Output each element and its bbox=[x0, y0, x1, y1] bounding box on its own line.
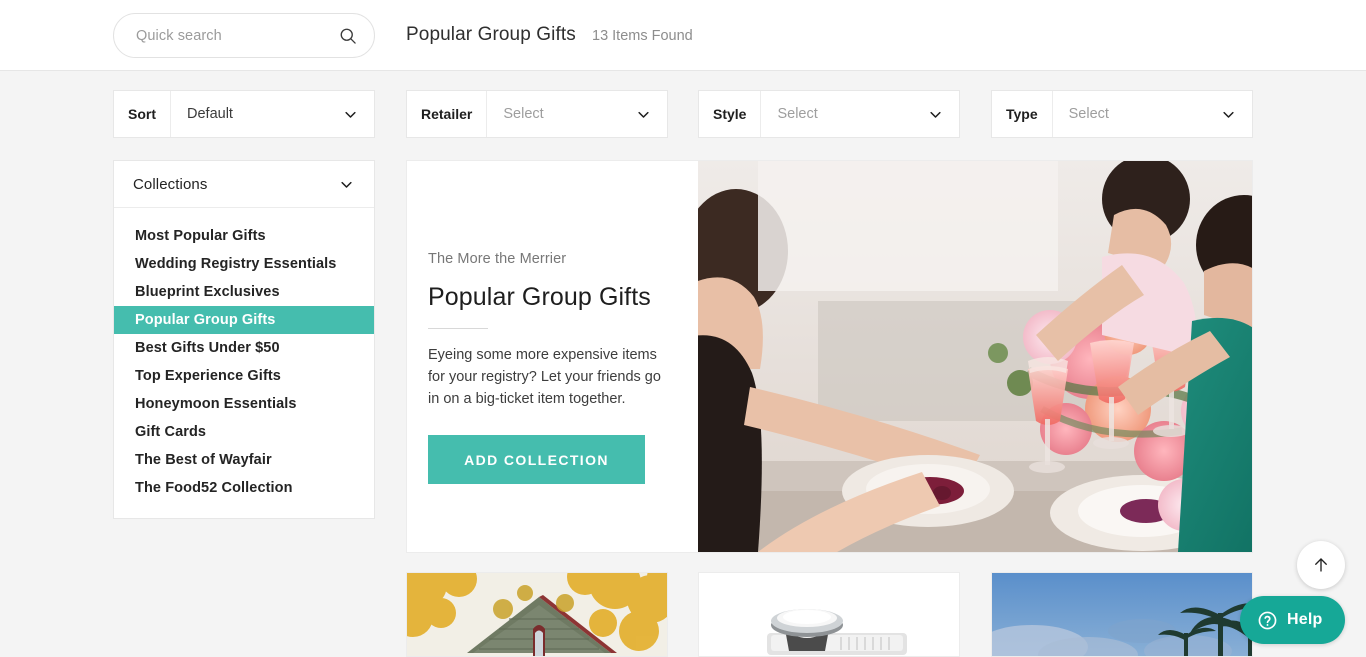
sidebar-item-honeymoon-essentials[interactable]: Honeymoon Essentials bbox=[114, 390, 374, 418]
arrow-up-icon[interactable] bbox=[1312, 556, 1330, 574]
help-button-label: Help bbox=[1287, 611, 1323, 628]
filter-sort[interactable]: Sort Default bbox=[113, 90, 375, 138]
hero-photo bbox=[698, 161, 1252, 552]
hero-photo-illustration bbox=[698, 161, 1252, 552]
sidebar-item-best-gifts-under-50[interactable]: Best Gifts Under $50 bbox=[114, 334, 374, 362]
filter-style[interactable]: Style Select bbox=[698, 90, 960, 138]
sidebar-item-the-food52-collection[interactable]: The Food52 Collection bbox=[114, 474, 374, 502]
cottage-photo-illustration bbox=[407, 573, 667, 656]
filter-bar: Sort Default Retailer Select Style Selec… bbox=[0, 90, 1366, 138]
product-card-tropical-sky[interactable] bbox=[991, 572, 1253, 657]
scroll-to-top-button[interactable] bbox=[1297, 541, 1345, 589]
filter-sort-label: Sort bbox=[114, 91, 171, 137]
sidebar-item-gift-cards[interactable]: Gift Cards bbox=[114, 418, 374, 446]
chevron-down-icon[interactable] bbox=[343, 107, 358, 122]
search-input[interactable] bbox=[136, 27, 338, 44]
hero-description: Eyeing some more expensive items for you… bbox=[428, 347, 661, 407]
chevron-down-icon[interactable] bbox=[339, 177, 354, 192]
help-button[interactable]: Help bbox=[1240, 596, 1345, 644]
filter-type[interactable]: Type Select bbox=[991, 90, 1253, 138]
collections-list: Most Popular Gifts Wedding Registry Esse… bbox=[114, 208, 374, 518]
sidebar-item-top-experience-gifts[interactable]: Top Experience Gifts bbox=[114, 362, 374, 390]
filter-retailer-value[interactable]: Select bbox=[487, 91, 667, 137]
filter-type-selected: Select bbox=[1068, 106, 1109, 122]
sidebar-item-the-best-of-wayfair[interactable]: The Best of Wayfair bbox=[114, 446, 374, 474]
hero-divider bbox=[428, 328, 488, 329]
filter-type-value[interactable]: Select bbox=[1053, 91, 1252, 137]
filter-sort-value[interactable]: Default bbox=[171, 91, 374, 137]
hero-collection-card: The More the Merrier Popular Group Gifts… bbox=[406, 160, 1253, 553]
sidebar-item-most-popular-gifts[interactable]: Most Popular Gifts bbox=[114, 222, 374, 250]
tropical-sky-photo-illustration bbox=[992, 573, 1252, 656]
collections-panel: Collections Most Popular Gifts Wedding R… bbox=[113, 160, 375, 519]
filter-style-value[interactable]: Select bbox=[761, 91, 959, 137]
search-icon[interactable] bbox=[338, 26, 358, 46]
product-photo-tropical-sky bbox=[992, 573, 1252, 656]
sidebar-item-wedding-registry-essentials[interactable]: Wedding Registry Essentials bbox=[114, 250, 374, 278]
filter-style-label: Style bbox=[699, 91, 762, 137]
chevron-down-icon[interactable] bbox=[1221, 107, 1236, 122]
sidebar-item-blueprint-exclusives[interactable]: Blueprint Exclusives bbox=[114, 278, 374, 306]
chevron-down-icon[interactable] bbox=[928, 107, 943, 122]
product-photo-cottage bbox=[407, 573, 667, 656]
filter-retailer[interactable]: Retailer Select bbox=[406, 90, 668, 138]
filter-retailer-selected: Select bbox=[503, 106, 544, 122]
add-collection-button[interactable]: ADD COLLECTION bbox=[428, 435, 645, 484]
hero-eyebrow: The More the Merrier bbox=[428, 251, 567, 267]
collections-header[interactable]: Collections bbox=[114, 161, 374, 208]
sidebar-item-popular-group-gifts[interactable]: Popular Group Gifts bbox=[114, 306, 374, 334]
items-found-count: 13 Items Found bbox=[592, 28, 693, 44]
hero-title: Popular Group Gifts bbox=[428, 283, 651, 311]
filter-style-selected: Select bbox=[777, 106, 818, 122]
filter-type-label: Type bbox=[992, 91, 1053, 137]
filter-retailer-label: Retailer bbox=[407, 91, 488, 137]
collections-title: Collections bbox=[133, 175, 208, 193]
search-box[interactable] bbox=[113, 13, 375, 58]
hero-text-panel: The More the Merrier Popular Group Gifts… bbox=[407, 161, 698, 552]
page-title: Popular Group Gifts bbox=[406, 24, 576, 45]
product-card-kitchen-scale[interactable] bbox=[698, 572, 960, 657]
product-photo-kitchen-scale bbox=[699, 573, 959, 656]
top-header: Popular Group Gifts 13 Items Found bbox=[0, 0, 1366, 71]
filter-sort-selected: Default bbox=[187, 106, 233, 122]
kitchen-scale-photo-illustration bbox=[699, 573, 959, 656]
product-card-cottage[interactable] bbox=[406, 572, 668, 657]
question-circle-icon[interactable] bbox=[1257, 610, 1278, 631]
chevron-down-icon[interactable] bbox=[636, 107, 651, 122]
